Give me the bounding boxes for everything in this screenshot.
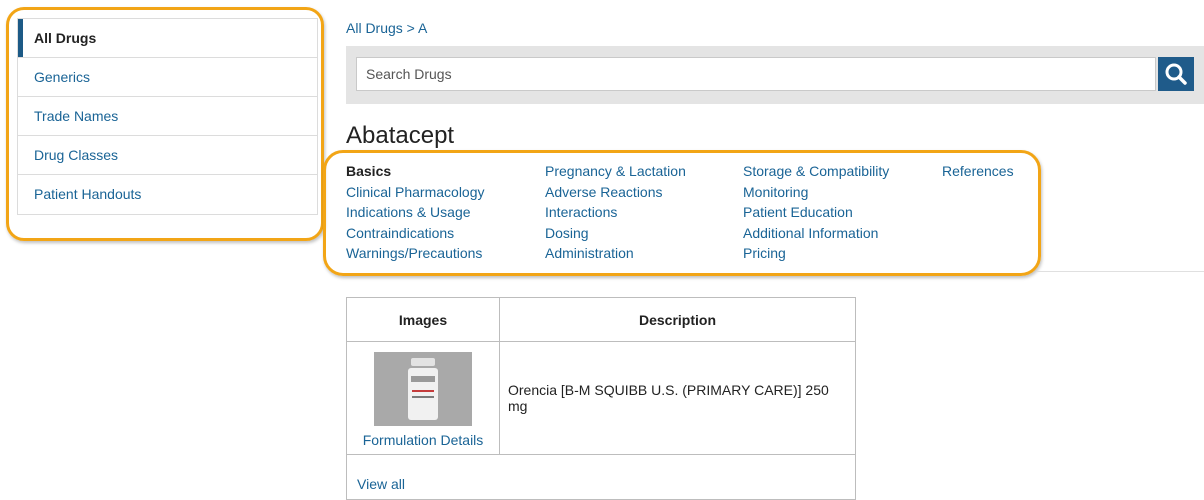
sidebar-item-patient-handouts[interactable]: Patient Handouts [18, 175, 317, 214]
section-link-additional-information[interactable]: Additional Information [743, 223, 889, 244]
sidebar-item-generics[interactable]: Generics [18, 58, 317, 97]
view-all-link[interactable]: View all [357, 476, 405, 492]
section-link-interactions[interactable]: Interactions [545, 202, 686, 223]
section-nav-column-1: Basics Clinical Pharmacology Indications… [346, 161, 485, 264]
section-link-pricing[interactable]: Pricing [743, 243, 889, 264]
formulation-details-link[interactable]: Formulation Details [363, 432, 484, 448]
breadcrumb[interactable]: All Drugs > A [346, 20, 427, 36]
section-link-patient-education[interactable]: Patient Education [743, 202, 889, 223]
search-input[interactable] [356, 57, 1156, 91]
section-nav: Basics Clinical Pharmacology Indications… [346, 161, 1046, 265]
section-link-references[interactable]: References [942, 161, 1014, 182]
table-row: Formulation Details Orencia [B-M SQUIBB … [346, 341, 856, 455]
section-link-administration[interactable]: Administration [545, 243, 686, 264]
page-title: Abatacept [346, 122, 455, 149]
column-header-images: Images [346, 297, 500, 342]
table-footer-row: View all [346, 454, 856, 500]
section-nav-column-3: Storage & Compatibility Monitoring Patie… [743, 161, 889, 264]
image-cell: Formulation Details [346, 341, 500, 455]
section-nav-column-2: Pregnancy & Lactation Adverse Reactions … [545, 161, 686, 264]
product-thumbnail[interactable] [374, 352, 472, 426]
section-link-storage-compatibility[interactable]: Storage & Compatibility [743, 161, 889, 182]
section-link-warnings-precautions[interactable]: Warnings/Precautions [346, 243, 485, 264]
vial-label-shape [411, 376, 435, 382]
section-nav-column-4: References [942, 161, 1014, 182]
divider [1037, 271, 1204, 272]
section-link-indications-usage[interactable]: Indications & Usage [346, 202, 485, 223]
section-link-adverse-reactions[interactable]: Adverse Reactions [545, 182, 686, 203]
section-link-monitoring[interactable]: Monitoring [743, 182, 889, 203]
section-link-dosing[interactable]: Dosing [545, 223, 686, 244]
search-icon [1165, 63, 1187, 85]
view-all-cell: View all [346, 454, 856, 500]
search-bar [346, 46, 1204, 104]
sidebar-item-all-drugs[interactable]: All Drugs [18, 19, 317, 58]
images-table: Images Description Formulation Details O… [346, 297, 856, 500]
section-link-clinical-pharmacology[interactable]: Clinical Pharmacology [346, 182, 485, 203]
vial-stripe [412, 390, 434, 392]
column-header-description: Description [499, 297, 856, 342]
section-link-basics[interactable]: Basics [346, 161, 485, 182]
vial-stripe [412, 396, 434, 398]
sidebar: All Drugs Generics Trade Names Drug Clas… [17, 18, 318, 215]
search-button[interactable] [1158, 57, 1194, 91]
vial-cap-shape [411, 358, 435, 366]
section-link-contraindications[interactable]: Contraindications [346, 223, 485, 244]
sidebar-item-drug-classes[interactable]: Drug Classes [18, 136, 317, 175]
description-cell: Orencia [B-M SQUIBB U.S. (PRIMARY CARE)]… [499, 341, 856, 455]
section-link-pregnancy-lactation[interactable]: Pregnancy & Lactation [545, 161, 686, 182]
table-header-row: Images Description [346, 297, 856, 342]
sidebar-item-trade-names[interactable]: Trade Names [18, 97, 317, 136]
